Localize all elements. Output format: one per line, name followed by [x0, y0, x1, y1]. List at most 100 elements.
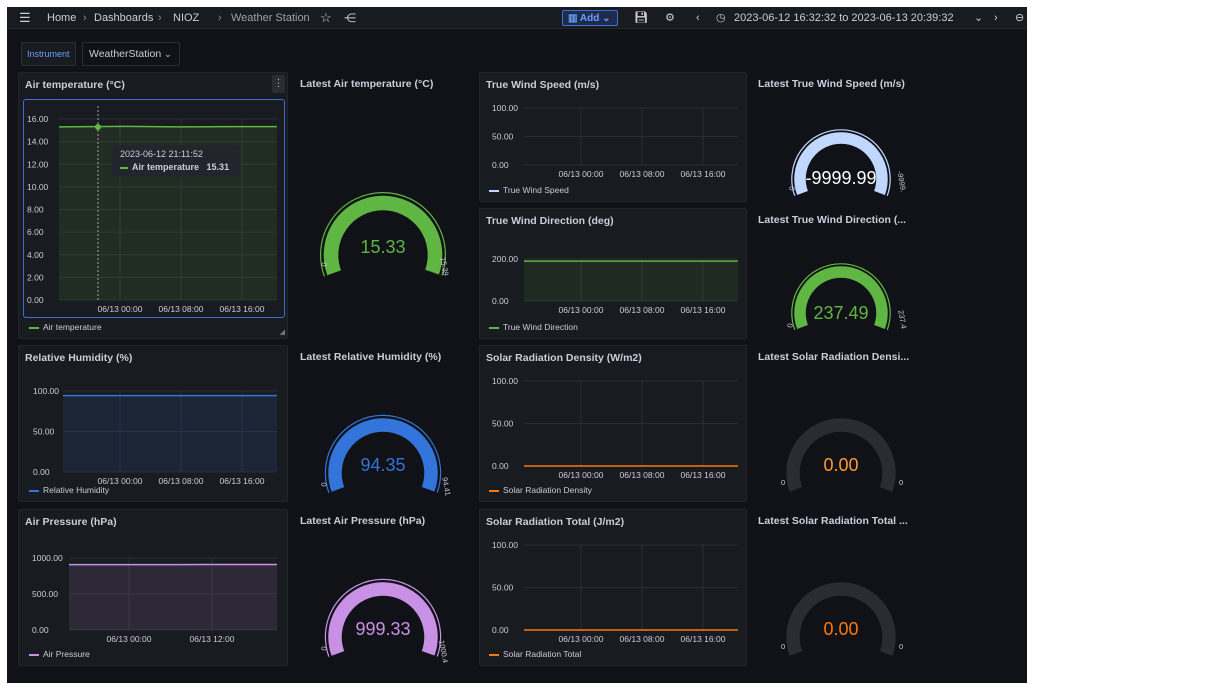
y-tick-label: 50.00 [492, 419, 514, 429]
y-tick-label: 10.00 [27, 182, 49, 192]
pressure-chart[interactable]: 1000.00 500.00 0.00 06/13 00:00 06/13 12:00 [19, 510, 289, 667]
legend-item[interactable]: Solar Radiation Density [489, 485, 592, 495]
legend-item[interactable]: True Wind Direction [489, 322, 578, 332]
x-tick-label: 06/13 00:00 [559, 305, 604, 315]
gauge [320, 192, 446, 277]
tooltip-time: 2023-06-12 21:11:52 [120, 149, 203, 159]
x-tick-label: 06/13 00:00 [107, 634, 152, 644]
breadcrumb-dashboard: Weather Station [231, 12, 310, 24]
gauge [786, 582, 896, 656]
x-tick-label: 06/13 08:00 [159, 304, 204, 314]
wind-speed-chart[interactable]: 100.00 50.00 0.00 06/13 00:00 06/13 08:00 06/… [480, 73, 748, 203]
panel-latest-solar-radiation-total[interactable]: Latest Solar Radiation Total ... 0.00 0 … [752, 509, 930, 666]
y-tick-label: 8.00 [27, 205, 44, 215]
series-area [63, 395, 277, 472]
chevron-left-icon[interactable]: ‹ [696, 7, 700, 29]
legend-item[interactable]: Air Pressure [29, 649, 90, 659]
gauge-value: 15.33 [360, 237, 406, 257]
y-tick-label: 0.00 [492, 625, 509, 635]
legend-swatch [29, 653, 39, 656]
share-icon[interactable]: ⋲ [344, 7, 356, 29]
y-tick-label: 50.00 [492, 583, 514, 593]
wind-direction-chart[interactable]: 200.00 0.00 06/13 00:00 06/13 08:00 06/13 16… [480, 209, 748, 340]
breadcrumb-home[interactable]: Home [47, 7, 76, 29]
panel-solar-radiation-density[interactable]: Solar Radiation Density (W/m2) 100.00 50.… [479, 345, 747, 502]
legend-swatch [489, 189, 499, 192]
x-tick-label: 06/13 00:00 [559, 470, 604, 480]
solar-density-chart[interactable]: 100.00 50.00 0.00 06/13 00:00 06/13 08:00 06/… [480, 346, 748, 503]
chevron-down-icon: ⌄ [164, 49, 172, 59]
y-tick-label: 200.00 [492, 254, 518, 264]
time-range-picker[interactable]: 2023-06-12 16:32:32 to 2023-06-13 20:39:… [734, 7, 954, 29]
panel-latest-solar-radiation-density[interactable]: Latest Solar Radiation Densi... 0.00 0 0 [752, 345, 930, 502]
star-icon[interactable]: ☆ [320, 7, 332, 29]
series-line [58, 125, 277, 128]
gear-icon[interactable]: ⚙ [665, 7, 675, 29]
tooltip-value: 15.31 [206, 162, 230, 172]
tooltip-series: Air temperature [132, 162, 200, 172]
panel-latest-true-wind-speed[interactable]: Latest True Wind Speed (m/s) -9999.99 0 … [752, 72, 930, 202]
x-tick-label: 06/13 16:00 [220, 304, 265, 314]
save-icon[interactable]: 💾︎ [634, 7, 648, 29]
breadcrumb-separator-icon: › [83, 12, 87, 24]
legend-item[interactable]: True Wind Speed [489, 185, 569, 195]
y-tick-label: 500.00 [32, 589, 58, 599]
y-tick-label: 2.00 [27, 272, 44, 282]
zoom-out-icon[interactable]: ⊖ [1015, 7, 1024, 29]
menu-icon[interactable]: ☰ [19, 7, 31, 29]
panel-true-wind-direction[interactable]: True Wind Direction (deg) 200.00 0.00 06/1… [479, 208, 747, 339]
panel-relative-humidity[interactable]: Relative Humidity (%) 100.00 50.00 0.00 06/… [18, 345, 288, 502]
x-tick-label: 06/13 08:00 [620, 470, 665, 480]
add-button[interactable]: ▥ Add ⌄ [562, 10, 618, 26]
legend-item[interactable]: Solar Radiation Total [489, 649, 581, 659]
y-tick-label: 100.00 [492, 376, 518, 386]
y-tick-label: 4.00 [27, 250, 44, 260]
x-tick-label: 06/13 08:00 [159, 476, 204, 486]
panel-air-pressure[interactable]: Air Pressure (hPa) 1000.00 500.00 0.00 06/1… [18, 509, 288, 666]
panel-solar-radiation-total[interactable]: Solar Radiation Total (J/m2) 100.00 50.00… [479, 509, 747, 666]
panel-latest-relative-humidity[interactable]: Latest Relative Humidity (%) 94.35 0 94.… [294, 345, 472, 502]
air-temperature-chart[interactable]: 16.00 14.00 12.00 10.00 8.00 6.00 4.00 2.00 0.00… [19, 73, 289, 340]
gauge-value: 0.00 [823, 455, 859, 475]
instrument-select[interactable]: WeatherStation ⌄ [82, 42, 180, 66]
y-tick-label: 100.00 [492, 103, 518, 113]
humidity-chart[interactable]: 100.0050.000.0006/13 00:00 06/13 08:00 06/… [19, 346, 289, 503]
gauge-value: -9999.99 [805, 168, 877, 188]
chevron-down-icon[interactable]: ⌄ [974, 7, 983, 29]
y-tick-label: 0.00 [27, 295, 44, 305]
panel-latest-air-pressure[interactable]: Latest Air Pressure (hPa) 999.33 0 1000.… [294, 509, 472, 666]
y-tick-label: 0.00 [33, 467, 50, 477]
x-tick-label: 06/13 08:00 [620, 305, 665, 315]
breadcrumb-dashboards[interactable]: Dashboards [94, 7, 153, 29]
solar-total-chart[interactable]: 100.00 50.00 0.00 06/13 00:00 06/13 08:00 06/… [480, 510, 748, 667]
hover-point [95, 124, 101, 130]
gauge-value: 237.49 [813, 303, 869, 323]
legend-swatch [29, 489, 39, 492]
add-panel-icon: ▥ [568, 13, 578, 24]
y-tick-label: 0.00 [492, 461, 509, 471]
top-navigation-bar: ☰ Home › Dashboards › NIOZ › Weather Sta… [7, 7, 1027, 29]
x-tick-label: 06/13 16:00 [681, 169, 726, 179]
x-tick-label: 06/13 16:00 [681, 470, 726, 480]
chart-tooltip: 2023-06-12 21:11:52 Air temperature 15.3… [112, 145, 240, 177]
breadcrumb-separator-icon: › [218, 12, 222, 24]
breadcrumb-folder[interactable]: NIOZ [173, 7, 199, 29]
panel-latest-true-wind-direction[interactable]: Latest True Wind Direction (... 237.49 0… [752, 208, 930, 339]
panel-air-temperature[interactable]: Air temperature (°C) ⋮ 16.00 14.00 12.00 10… [18, 72, 288, 339]
x-tick-label: 06/13 12:00 [190, 634, 235, 644]
y-tick-label: 1000.00 [32, 553, 63, 563]
x-tick-label: 06/13 16:00 [220, 476, 265, 486]
y-tick-label: 0.00 [32, 625, 49, 635]
panel-latest-air-temperature[interactable]: Latest Air temperature (°C) 15.33 0 15.3… [294, 72, 472, 339]
chevron-right-icon[interactable]: › [994, 7, 998, 29]
y-tick-label: 14.00 [27, 137, 49, 147]
series-area [69, 564, 277, 630]
panel-true-wind-speed[interactable]: True Wind Speed (m/s) 100.00 50.00 0.00 06/… [479, 72, 747, 202]
legend-item[interactable]: Relative Humidity [29, 485, 109, 495]
legend-swatch [120, 166, 128, 169]
legend-item[interactable]: Air temperature [29, 322, 102, 332]
x-tick-label: 06/13 00:00 [98, 304, 143, 314]
resize-handle-icon[interactable]: ◢ [280, 328, 285, 336]
gauge [786, 418, 896, 492]
y-tick-label: 16.00 [27, 114, 49, 124]
